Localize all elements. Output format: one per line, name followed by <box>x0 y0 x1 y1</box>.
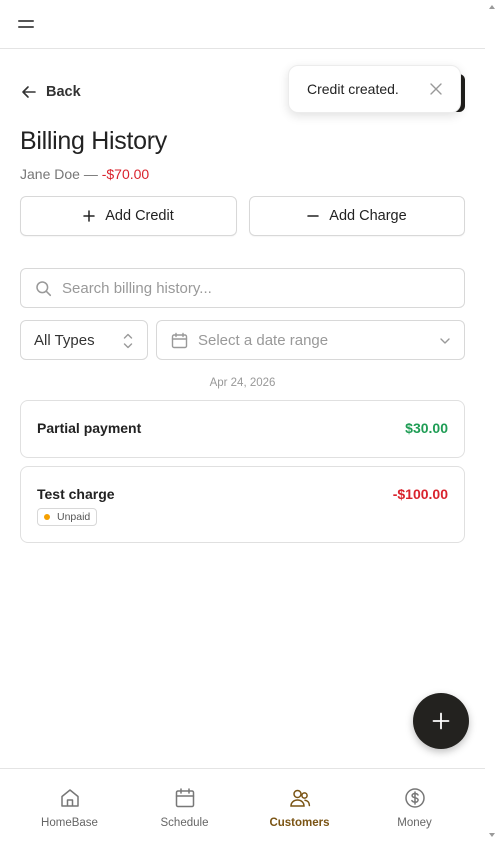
add-credit-label: Add Credit <box>105 208 174 224</box>
nav-item-money[interactable]: Money <box>354 769 475 845</box>
entry-description: Partial payment <box>37 420 142 436</box>
entry-amount: $30.00 <box>405 420 448 436</box>
type-filter-value: All Types <box>34 331 95 349</box>
customer-summary: Jane Doe — -$70.00 <box>20 166 149 182</box>
chevron-down-icon <box>440 338 450 344</box>
billing-entry[interactable]: Partial payment $30.00 <box>20 400 465 458</box>
plus-icon <box>83 210 95 222</box>
page-title: Billing History <box>20 127 167 155</box>
add-fab-button[interactable] <box>413 693 469 749</box>
nav-label: Schedule <box>160 817 209 829</box>
status-dot <box>44 514 50 520</box>
dollar-circle-icon <box>404 788 425 808</box>
add-charge-button[interactable]: Add Charge <box>249 196 465 236</box>
bottom-nav: HomeBase Schedule Customers Money <box>0 768 485 845</box>
nav-label: Customers <box>269 817 330 829</box>
date-group-heading: Apr 24, 2026 <box>209 377 276 389</box>
billing-entry[interactable]: Test charge -$100.00 Unpaid <box>20 466 465 543</box>
type-filter-select[interactable]: All Types <box>20 320 148 360</box>
customer-name: Jane Doe <box>20 166 80 182</box>
users-icon <box>289 789 310 807</box>
search-input[interactable] <box>62 279 442 297</box>
scroll-up-arrow-icon[interactable] <box>489 5 495 9</box>
calendar-icon <box>175 788 194 808</box>
app-root: Back Credit created. Billing History Jan… <box>0 0 485 845</box>
add-charge-label: Add Charge <box>329 208 407 224</box>
plus-icon <box>432 712 450 730</box>
add-credit-button[interactable]: Add Credit <box>20 196 237 236</box>
customer-balance: -$70.00 <box>101 166 150 182</box>
entry-amount: -$100.00 <box>392 486 448 502</box>
chevron-up-down-icon <box>123 333 133 349</box>
toast-notification: Credit created. <box>288 65 461 113</box>
close-icon[interactable] <box>429 82 443 96</box>
toast-message: Credit created. <box>307 81 399 97</box>
back-link[interactable]: Back <box>20 82 81 102</box>
date-range-placeholder: Select a date range <box>198 331 329 349</box>
entry-description: Test charge <box>37 486 115 502</box>
nav-label: HomeBase <box>41 817 98 829</box>
status-label: Unpaid <box>57 511 91 523</box>
summary-separator: — <box>79 166 102 182</box>
calendar-icon <box>171 332 188 348</box>
hamburger-menu-icon[interactable] <box>14 13 40 35</box>
scrollbar[interactable] <box>485 0 500 845</box>
nav-item-schedule[interactable]: Schedule <box>124 769 245 845</box>
nav-item-homebase[interactable]: HomeBase <box>9 769 130 845</box>
top-bar <box>0 0 485 49</box>
date-range-picker[interactable]: Select a date range <box>156 320 465 360</box>
search-box <box>20 268 465 308</box>
back-label: Back <box>46 84 81 100</box>
search-icon <box>36 280 52 296</box>
minus-icon <box>307 215 320 217</box>
nav-item-customers[interactable]: Customers <box>239 769 360 845</box>
home-icon <box>60 789 79 807</box>
arrow-left-icon <box>22 86 36 98</box>
nav-label: Money <box>397 817 432 829</box>
scroll-down-arrow-icon[interactable] <box>489 833 495 837</box>
status-badge: Unpaid <box>37 508 98 526</box>
